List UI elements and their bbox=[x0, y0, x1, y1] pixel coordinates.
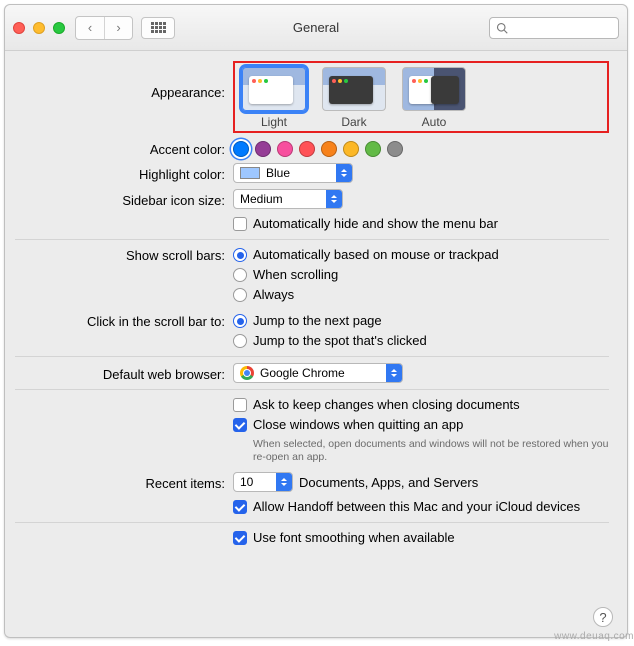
default-browser-value: Google Chrome bbox=[260, 366, 345, 380]
checkbox-icon bbox=[233, 418, 247, 432]
divider bbox=[15, 356, 609, 357]
close-windows-option[interactable]: Close windows when quitting an app bbox=[233, 416, 609, 434]
highlight-color-value: Blue bbox=[266, 166, 290, 180]
search-icon bbox=[496, 22, 508, 34]
font-smoothing-option[interactable]: Use font smoothing when available bbox=[233, 529, 455, 547]
radio-icon bbox=[233, 248, 247, 262]
content-area: Appearance: Light Dark Auto bbox=[5, 51, 627, 637]
back-button[interactable]: ‹ bbox=[76, 17, 104, 39]
menubar-autohide-option[interactable]: Automatically hide and show the menu bar bbox=[233, 215, 498, 233]
radio-icon bbox=[233, 288, 247, 302]
scrollbars-option-scrolling[interactable]: When scrolling bbox=[233, 266, 609, 284]
recent-items-label: Recent items: bbox=[15, 474, 233, 491]
checkbox-icon bbox=[233, 398, 247, 412]
divider bbox=[15, 389, 609, 390]
preferences-window: ‹ › General ✕ Appearance: bbox=[4, 4, 628, 638]
chrome-icon bbox=[240, 366, 254, 380]
close-windows-hint: When selected, open documents and window… bbox=[253, 438, 609, 464]
forward-button[interactable]: › bbox=[104, 17, 132, 39]
accent-swatch-orange[interactable] bbox=[321, 141, 337, 157]
minimize-window-button[interactable] bbox=[33, 22, 45, 34]
appearance-option-dark[interactable]: Dark bbox=[321, 67, 387, 129]
popup-arrows-icon bbox=[386, 364, 402, 382]
default-browser-label: Default web browser: bbox=[15, 365, 233, 382]
scroll-click-label: Click in the scroll bar to: bbox=[15, 312, 233, 329]
recent-items-suffix: Documents, Apps, and Servers bbox=[299, 475, 478, 490]
accent-swatch-pink[interactable] bbox=[277, 141, 293, 157]
scrollbars-option-auto[interactable]: Automatically based on mouse or trackpad bbox=[233, 246, 609, 264]
accent-swatch-red[interactable] bbox=[299, 141, 315, 157]
appearance-label: Appearance: bbox=[15, 61, 233, 100]
highlight-color-chip bbox=[240, 167, 260, 179]
default-browser-popup[interactable]: Google Chrome bbox=[233, 363, 403, 383]
accent-swatch-blue[interactable] bbox=[233, 141, 249, 157]
accent-label: Accent color: bbox=[15, 140, 233, 157]
recent-items-popup[interactable]: 10 bbox=[233, 472, 293, 492]
window-controls bbox=[13, 22, 65, 34]
popup-arrows-icon bbox=[326, 190, 342, 208]
appearance-option-auto[interactable]: Auto bbox=[401, 67, 467, 129]
accent-color-row bbox=[233, 139, 403, 157]
accent-swatch-graphite[interactable] bbox=[387, 141, 403, 157]
scrollbars-option-always[interactable]: Always bbox=[233, 286, 609, 304]
scroll-click-option-spot[interactable]: Jump to the spot that's clicked bbox=[233, 332, 609, 350]
show-all-button[interactable] bbox=[141, 17, 175, 39]
checkbox-icon bbox=[233, 500, 247, 514]
nav-back-forward: ‹ › bbox=[75, 16, 133, 40]
popup-arrows-icon bbox=[336, 164, 352, 182]
sidebar-icon-value: Medium bbox=[240, 192, 283, 206]
appearance-option-light[interactable]: Light bbox=[241, 67, 307, 129]
checkbox-icon bbox=[233, 531, 247, 545]
help-button[interactable]: ? bbox=[593, 607, 613, 627]
checkbox-icon bbox=[233, 217, 247, 231]
popup-arrows-icon bbox=[276, 473, 292, 491]
accent-swatch-purple[interactable] bbox=[255, 141, 271, 157]
zoom-window-button[interactable] bbox=[53, 22, 65, 34]
search-field-container[interactable]: ✕ bbox=[489, 17, 619, 39]
scroll-click-option-page[interactable]: Jump to the next page bbox=[233, 312, 609, 330]
highlight-label: Highlight color: bbox=[15, 165, 233, 182]
divider bbox=[15, 522, 609, 523]
radio-icon bbox=[233, 314, 247, 328]
divider bbox=[15, 239, 609, 240]
accent-swatch-yellow[interactable] bbox=[343, 141, 359, 157]
sidebar-icon-popup[interactable]: Medium bbox=[233, 189, 343, 209]
handoff-option[interactable]: Allow Handoff between this Mac and your … bbox=[233, 498, 580, 516]
appearance-options: Light Dark Auto bbox=[233, 61, 609, 133]
close-window-button[interactable] bbox=[13, 22, 25, 34]
scrollbars-label: Show scroll bars: bbox=[15, 246, 233, 263]
radio-icon bbox=[233, 334, 247, 348]
accent-swatch-green[interactable] bbox=[365, 141, 381, 157]
search-input[interactable] bbox=[512, 21, 634, 35]
window-title: General bbox=[293, 20, 339, 35]
grid-icon bbox=[151, 22, 166, 33]
radio-icon bbox=[233, 268, 247, 282]
sidebar-icon-label: Sidebar icon size: bbox=[15, 191, 233, 208]
highlight-color-popup[interactable]: Blue bbox=[233, 163, 353, 183]
ask-keep-changes-option[interactable]: Ask to keep changes when closing documen… bbox=[233, 396, 609, 414]
toolbar: ‹ › General ✕ bbox=[5, 5, 627, 51]
recent-items-value: 10 bbox=[240, 475, 253, 489]
